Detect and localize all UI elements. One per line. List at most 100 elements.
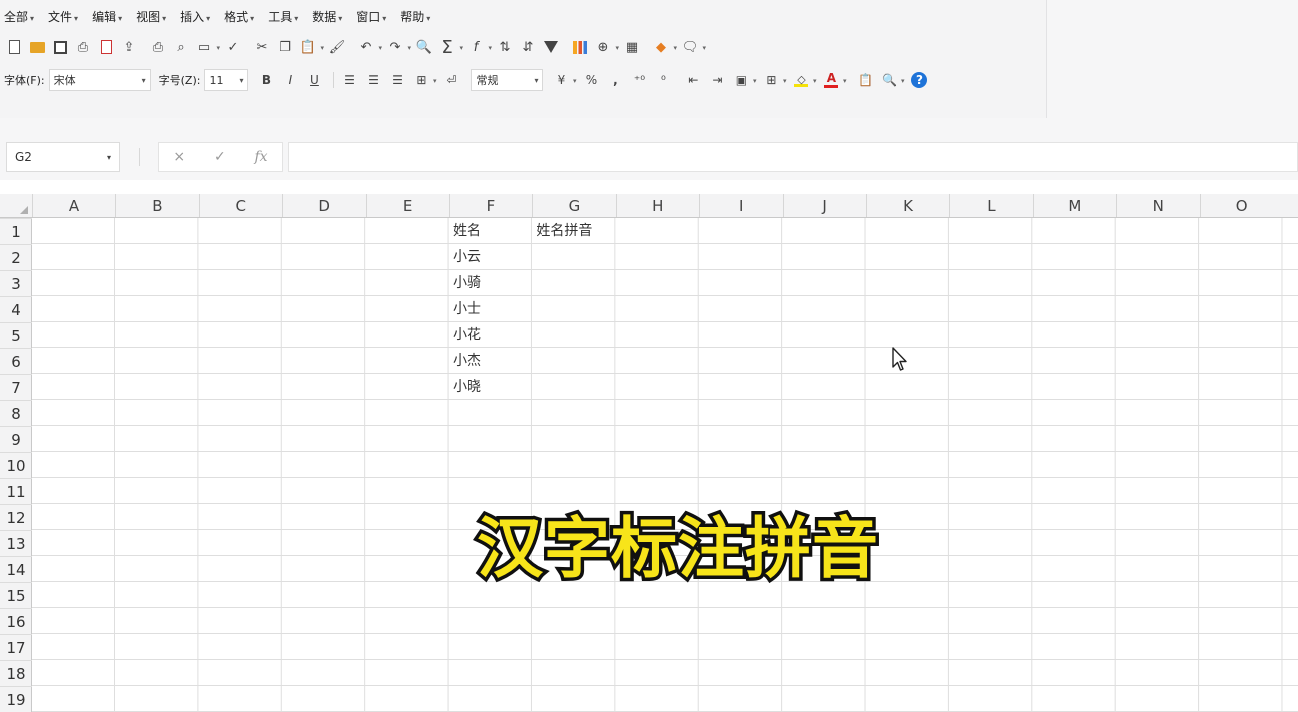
cell-f6[interactable]: 小杰	[453, 348, 481, 374]
cell-style-icon[interactable]: ▣	[731, 70, 757, 90]
column-header-m[interactable]: M	[1032, 194, 1116, 217]
help-icon[interactable]: ?	[909, 70, 929, 90]
currency-icon[interactable]: ¥	[551, 70, 577, 90]
align-left-icon[interactable]: ☰	[339, 70, 359, 90]
row-header-6[interactable]: 6	[0, 348, 32, 374]
column-header-g[interactable]: G	[532, 194, 615, 217]
italic-button[interactable]: I	[280, 70, 300, 90]
menu-help[interactable]: 帮助 ▾	[400, 8, 430, 25]
paste-icon[interactable]: 📋	[298, 37, 324, 57]
shape-icon[interactable]: ◆	[651, 37, 677, 57]
row-header-8[interactable]: 8	[0, 400, 32, 426]
indent-decrease-icon[interactable]: ⇤	[683, 70, 703, 90]
menu-format[interactable]: 格式 ▾	[224, 8, 254, 25]
font-color-icon[interactable]: A	[821, 70, 846, 90]
zoom-icon[interactable]: 🔍	[879, 70, 904, 90]
row-header-15[interactable]: 15	[0, 582, 32, 608]
print-preview-icon[interactable]: ⌕	[171, 37, 191, 57]
page-setup-icon[interactable]: ▭	[194, 37, 220, 57]
menu-view[interactable]: 视图 ▾	[136, 8, 166, 25]
function-icon[interactable]: f	[466, 37, 492, 57]
save-icon[interactable]	[50, 37, 70, 57]
column-header-c[interactable]: C	[198, 194, 282, 217]
row-header-16[interactable]: 16	[0, 608, 32, 634]
cell-g1[interactable]: 姓名拼音	[536, 218, 592, 244]
row-header-18[interactable]: 18	[0, 660, 32, 686]
row-header-12[interactable]: 12	[0, 504, 32, 530]
indent-increase-icon[interactable]: ⇥	[707, 70, 727, 90]
cancel-icon[interactable]: ×	[173, 149, 185, 165]
pivot-icon[interactable]: ⊕	[593, 37, 619, 57]
font-size-select[interactable]: 11 ▾	[204, 69, 249, 91]
save-as-icon[interactable]: ⎙	[73, 37, 93, 57]
row-header-1[interactable]: 1	[0, 218, 32, 244]
filter-icon[interactable]	[541, 37, 561, 57]
row-header-4[interactable]: 4	[0, 296, 32, 322]
menu-all[interactable]: 全部 ▾	[4, 8, 34, 25]
row-header-11[interactable]: 11	[0, 478, 32, 504]
confirm-icon[interactable]: ✓	[214, 149, 226, 165]
column-header-f[interactable]: F	[449, 194, 532, 217]
copy-icon[interactable]: ❐	[275, 37, 295, 57]
spell-check-icon[interactable]: ✓	[223, 37, 243, 57]
cell-f3[interactable]: 小骑	[453, 270, 481, 296]
menu-file[interactable]: 文件 ▾	[48, 8, 78, 25]
row-header-13[interactable]: 13	[0, 530, 32, 556]
menu-insert[interactable]: 插入 ▾	[180, 8, 210, 25]
share-icon[interactable]: ⇪	[119, 37, 139, 57]
chart-icon[interactable]	[570, 37, 590, 57]
sort-ascending-icon[interactable]: ⇅	[495, 37, 515, 57]
clipboard-icon[interactable]: 📋	[855, 70, 875, 90]
comment-icon[interactable]: 🗨	[680, 37, 706, 57]
name-box[interactable]: G2 ▾	[6, 142, 120, 172]
insert-function-icon[interactable]: fx	[255, 149, 268, 165]
row-header-7[interactable]: 7	[0, 374, 32, 400]
number-format-select[interactable]: 常规 ▾	[471, 69, 544, 91]
row-header-14[interactable]: 14	[0, 556, 32, 582]
sort-descending-icon[interactable]: ⇵	[518, 37, 538, 57]
cell-f7[interactable]: 小晓	[453, 374, 481, 400]
underline-button[interactable]: U	[304, 70, 324, 90]
row-header-9[interactable]: 9	[0, 426, 32, 452]
font-select[interactable]: 宋体 ▾	[48, 69, 151, 91]
align-center-icon[interactable]: ☰	[363, 70, 383, 90]
row-header-10[interactable]: 10	[0, 452, 32, 478]
menu-edit[interactable]: 编辑 ▾	[92, 8, 122, 25]
column-header-k[interactable]: K	[866, 194, 949, 217]
formula-input[interactable]	[288, 142, 1298, 172]
print-icon[interactable]: ⎙	[148, 37, 168, 57]
cell-f1[interactable]: 姓名	[453, 218, 481, 244]
merge-cells-icon[interactable]: ⊞	[411, 70, 436, 90]
fill-color-icon[interactable]: ◇	[791, 70, 816, 90]
sum-icon[interactable]: Σ	[437, 37, 463, 58]
redo-icon[interactable]: ↷	[385, 37, 411, 57]
column-header-b[interactable]: B	[115, 194, 198, 217]
cell-f2[interactable]: 小云	[453, 244, 481, 270]
column-header-o[interactable]: O	[1199, 194, 1283, 217]
find-replace-icon[interactable]: 🔍	[414, 37, 434, 57]
wrap-text-icon[interactable]: ⏎	[441, 70, 461, 90]
row-header-19[interactable]: 19	[0, 686, 32, 712]
bold-button[interactable]: B	[256, 70, 276, 90]
menu-window[interactable]: 窗口 ▾	[356, 8, 386, 25]
column-header-h[interactable]: H	[615, 194, 699, 217]
column-header-n[interactable]: N	[1116, 194, 1199, 217]
cut-icon[interactable]: ✂	[252, 37, 272, 57]
row-header-5[interactable]: 5	[0, 322, 32, 348]
percent-button[interactable]: %	[581, 70, 601, 90]
cells-area[interactable]: 姓名 姓名拼音 小云 小骑 小士 小花 小杰 小晓	[32, 218, 1298, 712]
menu-data[interactable]: 数据 ▾	[312, 8, 342, 25]
column-header-j[interactable]: J	[782, 194, 866, 217]
row-header-17[interactable]: 17	[0, 634, 32, 660]
format-painter-icon[interactable]: 🖌	[327, 37, 347, 57]
increase-decimal-icon[interactable]: ⁺⁰	[629, 70, 649, 90]
row-header-2[interactable]: 2	[0, 244, 32, 270]
freeze-panes-icon[interactable]: ▦	[622, 37, 642, 57]
new-doc-icon[interactable]	[4, 37, 24, 57]
column-header-i[interactable]: I	[699, 194, 782, 217]
column-header-l[interactable]: L	[949, 194, 1032, 217]
cell-f5[interactable]: 小花	[453, 322, 481, 348]
column-header-e[interactable]: E	[365, 194, 449, 217]
undo-icon[interactable]: ↶	[356, 37, 382, 57]
decrease-decimal-icon[interactable]: ⁰	[653, 70, 673, 90]
